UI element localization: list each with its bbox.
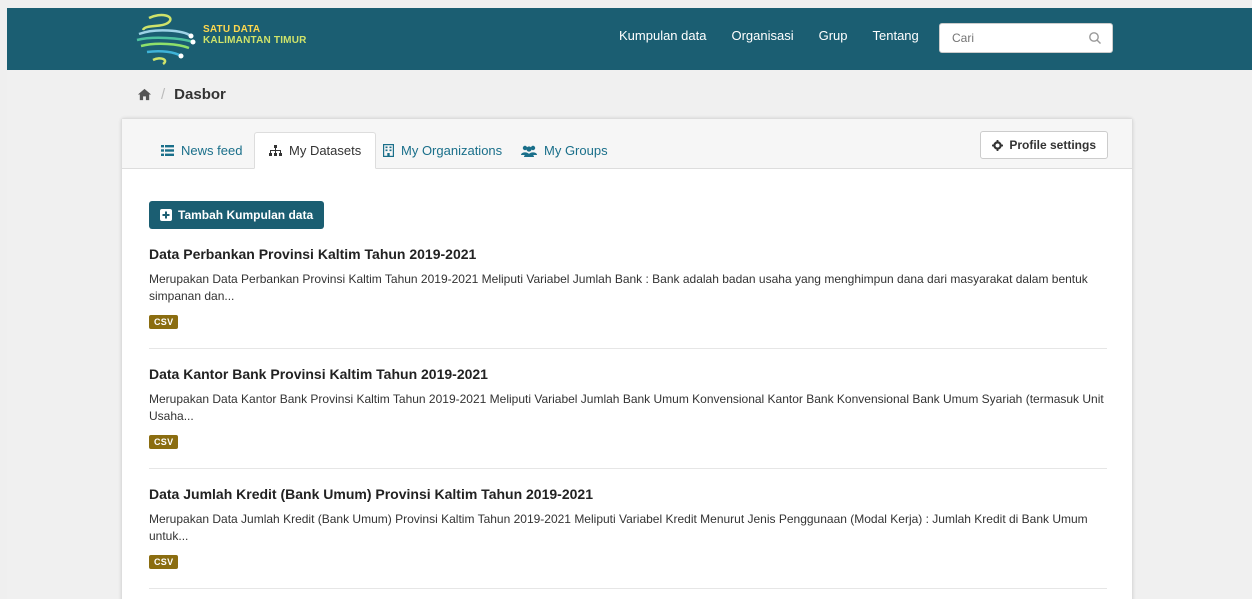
logo-line-2: KALIMANTAN TIMUR: [203, 35, 307, 46]
logo-swirl-icon: [136, 13, 196, 66]
search-icon[interactable]: [1088, 31, 1102, 45]
site-logo[interactable]: SATU DATA KALIMANTAN TIMUR: [135, 10, 335, 66]
tab-my-organizations[interactable]: My Organizations: [369, 132, 516, 169]
add-dataset-label: Tambah Kumpulan data: [178, 208, 314, 222]
format-badge[interactable]: CSV: [149, 555, 179, 569]
format-badge[interactable]: CSV: [149, 435, 179, 449]
dataset-item: Data Perbankan Provinsi Kaltim Tahun 201…: [149, 246, 1107, 349]
sitemap-icon: [269, 144, 282, 156]
dataset-title[interactable]: Data Jumlah Kredit (Bank Umum) Provinsi …: [149, 486, 1107, 502]
dataset-title[interactable]: Data Kantor Bank Provinsi Kaltim Tahun 2…: [149, 366, 1107, 382]
tab-label: My Organizations: [401, 143, 503, 158]
users-icon: [521, 145, 537, 157]
dataset-description: Merupakan Data Kantor Bank Provinsi Kalt…: [149, 392, 1104, 423]
tab-label: My Groups: [544, 143, 608, 158]
search-box: [939, 23, 1113, 53]
format-badge[interactable]: CSV: [149, 315, 179, 329]
profile-settings-label: Profile settings: [1009, 138, 1096, 152]
add-dataset-button[interactable]: Tambah Kumpulan data: [149, 201, 325, 229]
nav-link-kumpulan-data[interactable]: Kumpulan data: [619, 28, 706, 43]
dataset-item: Data Kantor Bank Provinsi Kaltim Tahun 2…: [149, 366, 1107, 469]
navbar: SATU DATA KALIMANTAN TIMUR Kumpulan data…: [7, 8, 1252, 70]
list-icon: [161, 145, 174, 156]
plus-square-icon: [160, 209, 172, 221]
dataset-item: Data Jumlah Kredit (Bank Umum) Provinsi …: [149, 486, 1107, 589]
logo-line-1: SATU DATA: [203, 24, 261, 35]
dataset-description: Merupakan Data Perbankan Provinsi Kaltim…: [149, 272, 1088, 303]
nav-link-tentang[interactable]: Tentang: [873, 28, 919, 43]
tab-label: My Datasets: [289, 143, 362, 158]
tab-news-feed[interactable]: News feed: [147, 132, 256, 169]
main-nav: Kumpulan data Organisasi Grup Tentang: [619, 28, 944, 43]
nav-link-grup[interactable]: Grup: [819, 28, 848, 43]
breadcrumb-current: Dasbor: [174, 86, 226, 103]
nav-link-organisasi[interactable]: Organisasi: [731, 28, 793, 43]
breadcrumb: / Dasbor: [137, 86, 226, 103]
breadcrumb-separator: /: [161, 86, 166, 103]
tab-bar: News feed My Datasets My Organizations M…: [122, 119, 1132, 169]
dataset-list: Data Perbankan Provinsi Kaltim Tahun 201…: [149, 246, 1107, 599]
profile-settings-button[interactable]: Profile settings: [980, 131, 1108, 159]
tab-my-datasets[interactable]: My Datasets: [254, 132, 377, 169]
dataset-description: Merupakan Data Jumlah Kredit (Bank Umum)…: [149, 512, 1088, 543]
page-frame: SATU DATA KALIMANTAN TIMUR Kumpulan data…: [7, 8, 1252, 599]
dashboard-panel: News feed My Datasets My Organizations M…: [121, 118, 1133, 599]
gear-icon: [992, 139, 1004, 151]
dataset-title[interactable]: Data Perbankan Provinsi Kaltim Tahun 201…: [149, 246, 1107, 262]
building-icon: [383, 144, 394, 157]
tab-label: News feed: [181, 143, 243, 158]
home-icon[interactable]: [137, 87, 152, 102]
search-input[interactable]: [950, 30, 1080, 46]
tab-my-groups[interactable]: My Groups: [507, 132, 622, 169]
logo-text: SATU DATA KALIMANTAN TIMUR: [203, 24, 307, 46]
